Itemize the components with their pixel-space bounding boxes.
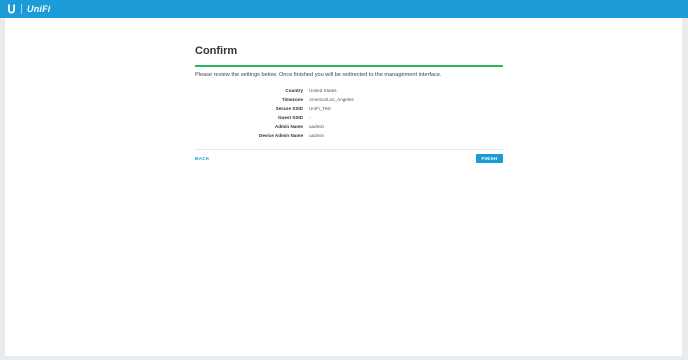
summary-label: Guest SSID	[277, 115, 303, 121]
summary-value: America/Los_Angeles	[309, 96, 354, 102]
summary-label: Admin Name	[274, 124, 303, 130]
summary-value: United States	[309, 87, 337, 93]
summary-row-guest-ssid: Guest SSID -	[195, 113, 503, 122]
setup-page: Confirm Please review the settings below…	[5, 18, 682, 356]
finish-button[interactable]: FINISH	[476, 154, 503, 164]
ubiquiti-u-logo-icon	[6, 4, 16, 14]
confirm-description: Please review the settings below. Once f…	[195, 71, 442, 78]
wizard-footer: BACK FINISH	[195, 153, 503, 165]
summary-row-admin-name: Admin Name uadmin	[195, 122, 503, 131]
unifi-logo-text: UniFi	[27, 3, 51, 14]
summary-value: uadmin	[309, 124, 325, 130]
summary-label: Timezone	[281, 96, 303, 102]
summary-label: Device Admin Name	[259, 133, 303, 139]
settings-summary: Country United States Timezone America/L…	[195, 86, 503, 141]
footer-divider	[195, 148, 503, 150]
summary-row-secure-ssid: Secure SSID UniFi_Test	[195, 104, 503, 113]
summary-row-device-admin-name: Device Admin Name uadmin	[195, 131, 503, 140]
summary-label: Country	[285, 87, 303, 93]
summary-row-country: Country United States	[195, 86, 503, 95]
summary-value: -	[309, 115, 311, 121]
page-title: Confirm	[195, 45, 238, 57]
summary-value: UniFi_Test	[309, 105, 331, 111]
summary-row-timezone: Timezone America/Los_Angeles	[195, 95, 503, 104]
logo-separator	[21, 4, 22, 14]
summary-label: Secure SSID	[275, 105, 303, 111]
confirm-panel: Confirm Please review the settings below…	[195, 44, 503, 165]
title-underline	[195, 65, 503, 67]
top-bar: UniFi	[0, 0, 688, 18]
back-link[interactable]: BACK	[195, 156, 209, 161]
summary-value: uadmin	[309, 133, 325, 139]
